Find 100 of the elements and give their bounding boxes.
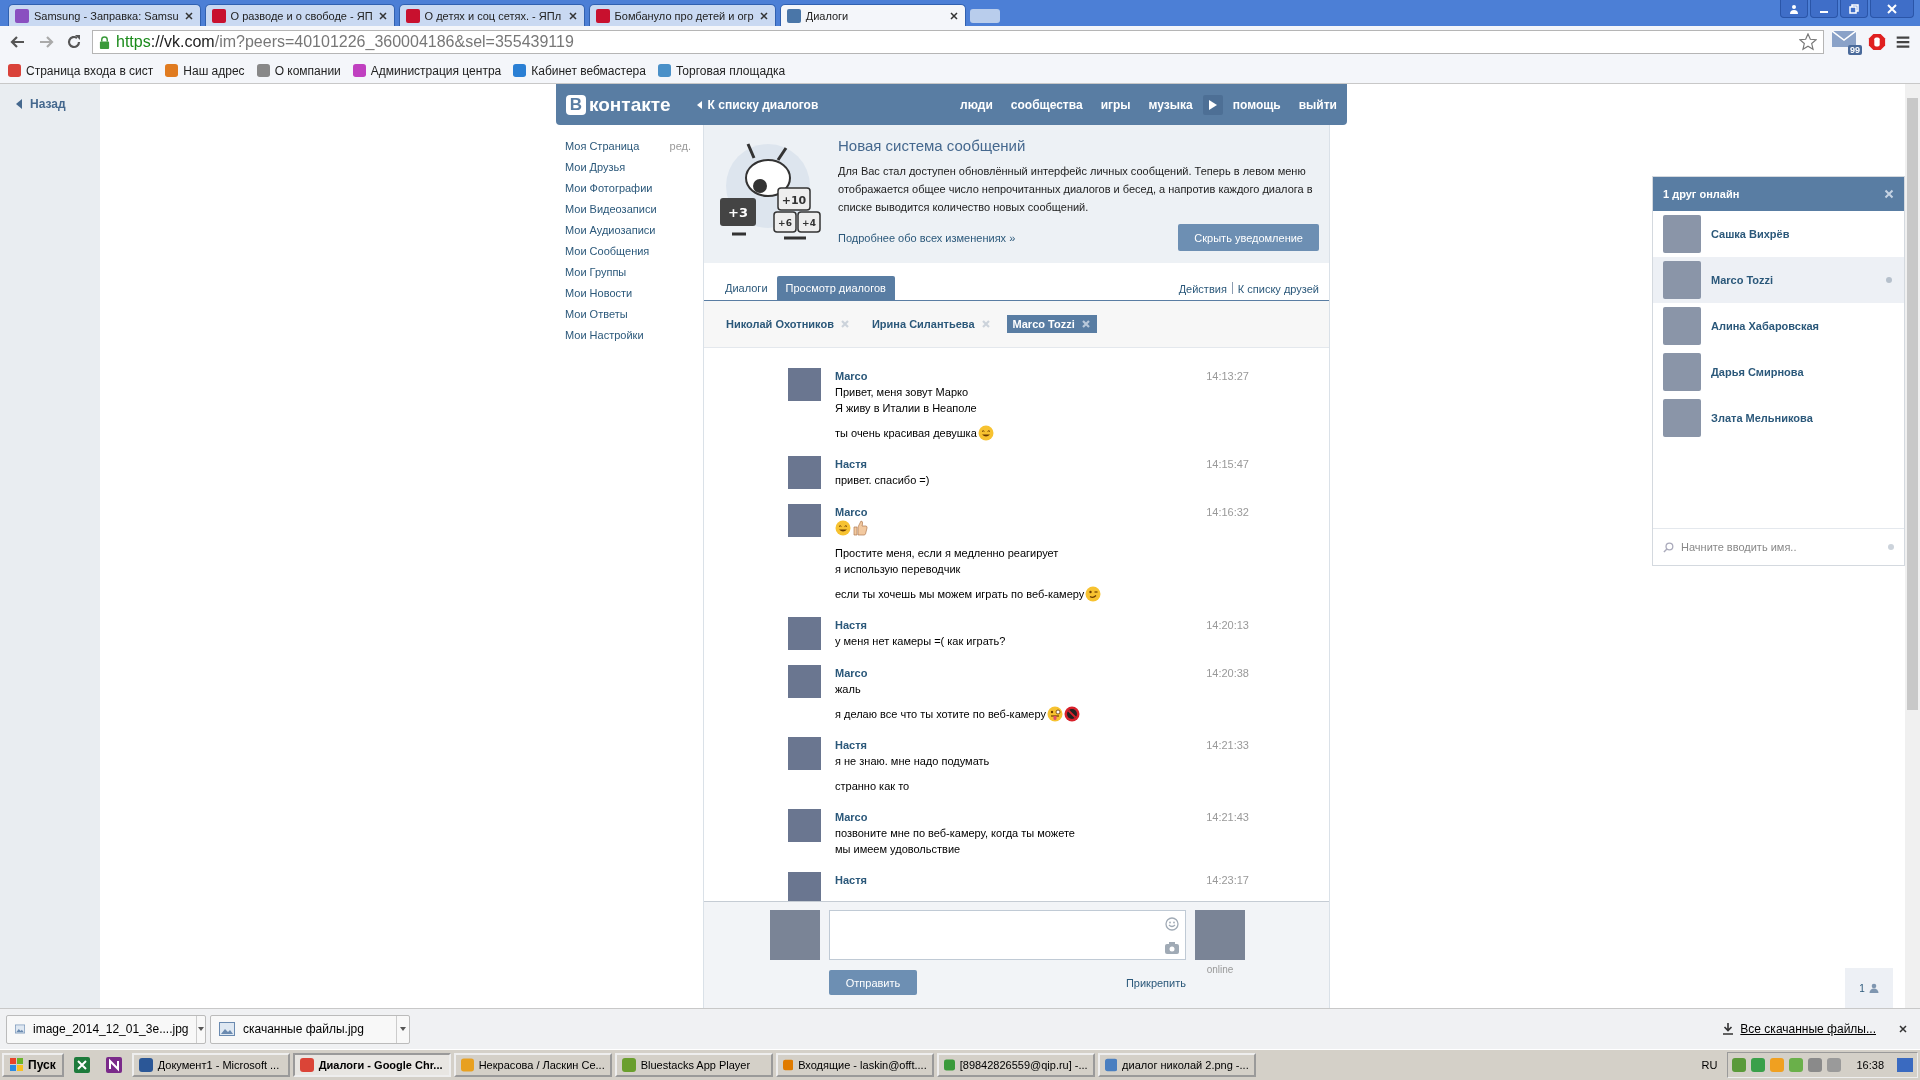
forward-arrow-icon[interactable] [38, 34, 54, 50]
restore-button[interactable] [1840, 0, 1868, 18]
friend-search-field[interactable]: Начните вводить имя.. [1679, 540, 1883, 554]
sender-name[interactable]: Marco [835, 506, 868, 518]
close-icon[interactable] [948, 10, 959, 21]
browser-tab[interactable]: Samsung - Заправка: Samsu [8, 4, 201, 26]
nav-link[interactable]: музыка [1148, 97, 1193, 112]
details-link[interactable]: Подробнее обо всех изменениях » [838, 231, 1016, 244]
sidebar-item[interactable]: Мои Ответы [565, 307, 628, 320]
site-icon[interactable] [352, 64, 366, 77]
sender-name[interactable]: Marco [835, 811, 868, 823]
star-icon[interactable] [1799, 33, 1817, 51]
back-link[interactable]: Назад [30, 97, 66, 111]
browser-tab[interactable]: Бомбануло про детей и огр [588, 4, 776, 26]
nav-link[interactable]: сообщества [1010, 97, 1083, 112]
taskbar-button[interactable]: диалог николай 2.png -... [1097, 1053, 1256, 1077]
sidebar-item[interactable]: Мои Друзья [565, 160, 626, 173]
caret-icon[interactable] [696, 100, 702, 109]
sender-name[interactable]: Настя [835, 874, 867, 886]
message-input[interactable] [829, 910, 1186, 960]
sidebar-item[interactable]: Мои Сообщения [565, 244, 650, 257]
nav-link[interactable]: помощь [1232, 97, 1281, 112]
caret-icon[interactable] [400, 1027, 406, 1031]
nav-link[interactable]: выйти [1298, 97, 1337, 112]
reload-icon[interactable] [66, 34, 82, 50]
close-icon[interactable] [183, 10, 194, 21]
taskbar-button[interactable]: Входящие - laskin@offt.... [775, 1053, 934, 1077]
site-icon[interactable] [657, 64, 671, 77]
nav-link[interactable]: люди [960, 97, 993, 112]
tray-icon[interactable] [1732, 1058, 1747, 1072]
browser-tab[interactable]: О разводе и о свободе - ЯП [204, 4, 395, 26]
taskbar-button[interactable]: Bluestacks App Player [614, 1053, 773, 1077]
friend-row[interactable]: Дарья Смирнова [1653, 349, 1904, 395]
sidebar-item[interactable]: Моя Страница [565, 139, 640, 152]
tray-icon[interactable] [1751, 1058, 1766, 1072]
sender-name[interactable]: Настя [835, 739, 867, 751]
start-button[interactable]: Пуск [2, 1053, 64, 1077]
caret-icon[interactable] [198, 1027, 205, 1031]
download-item[interactable]: скачанные файлы.jpg [210, 1014, 410, 1044]
sidebar-item[interactable]: Мои Аудиозаписи [565, 223, 656, 236]
site-icon[interactable] [165, 64, 179, 77]
caret-icon[interactable] [16, 99, 22, 109]
sidebar-item[interactable]: Мои Видеозаписи [565, 202, 657, 215]
friend-row[interactable]: Алина Хабаровская [1653, 303, 1904, 349]
sidebar-item[interactable]: Мои Фотографии [565, 181, 653, 194]
download-item[interactable]: image_2014_12_01_3e....jpg [6, 1014, 206, 1044]
close-window-button[interactable] [1870, 0, 1914, 18]
dialog-tab[interactable]: Диалоги [716, 276, 777, 300]
minimize-button[interactable] [1810, 0, 1838, 18]
taskbar-button[interactable]: Диалоги - Google Chr... [292, 1053, 451, 1077]
bookmark-link[interactable]: Страница входа в сист [26, 63, 154, 78]
mail-extension-button[interactable]: 99 [1832, 31, 1860, 53]
site-icon[interactable] [513, 64, 527, 77]
attach-link[interactable]: Прикрепить [1125, 976, 1186, 989]
sender-name[interactable]: Настя [835, 619, 867, 631]
nav-link[interactable]: игры [1100, 97, 1131, 112]
back-arrow-icon[interactable] [10, 34, 26, 50]
smiley-icon[interactable] [1165, 916, 1179, 931]
close-icon[interactable] [567, 10, 578, 21]
bookmark-link[interactable]: Администрация центра [370, 63, 502, 78]
peer-chip[interactable]: Ирина Силантьева [865, 315, 997, 333]
site-icon[interactable] [8, 64, 21, 77]
taskbar-button[interactable]: Некрасова / Ласкин Се... [453, 1053, 612, 1077]
menu-icon[interactable] [1894, 33, 1912, 51]
taskbar-button[interactable]: [89842826559@qip.ru] -... [936, 1053, 1095, 1077]
address-field[interactable]: https://vk.com/im?peers=40101226_360004186&sel=355439119 [92, 30, 1824, 54]
action-link[interactable]: К списку друзей [1237, 283, 1319, 300]
browser-tab[interactable]: О детях и соц сетях. - ЯПл [398, 4, 585, 26]
dialog-tab[interactable]: Просмотр диалогов [776, 276, 895, 300]
camera-icon[interactable] [1165, 941, 1179, 954]
logo[interactable]: В контакте [566, 93, 671, 116]
sidebar-item[interactable]: Мои Новости [565, 286, 633, 299]
bookmark-link[interactable]: О компании [274, 63, 341, 78]
friend-row[interactable]: Сашка Вихрёв [1653, 211, 1904, 257]
tray-icon[interactable] [1808, 1058, 1823, 1072]
online-counter-button[interactable]: 1 [1845, 968, 1893, 1008]
friend-row[interactable]: Marco Tozzi [1653, 257, 1904, 303]
bookmark-link[interactable]: Торговая площадка [675, 63, 786, 78]
friend-row[interactable]: Злата Мельникова [1653, 395, 1904, 441]
spreadsheet-icon[interactable] [73, 1057, 90, 1073]
back-to-dialogs-link[interactable]: К списку диалогов [707, 97, 819, 112]
sender-name[interactable]: Настя [835, 458, 867, 470]
tray-icon[interactable] [1827, 1058, 1842, 1072]
sidebar-item[interactable]: Мои Настройки [565, 328, 644, 341]
user-button[interactable] [1780, 0, 1808, 18]
bookmark-link[interactable]: Кабинет вебмастера [531, 63, 646, 78]
close-icon[interactable] [1898, 1024, 1908, 1034]
download-icon[interactable] [1722, 1023, 1735, 1035]
site-icon[interactable] [256, 64, 270, 77]
sender-name[interactable]: Marco [835, 370, 868, 382]
all-downloads-link[interactable]: Все скачанные файлы... [1740, 1022, 1876, 1036]
tray-icon[interactable] [1789, 1058, 1804, 1072]
taskbar-button[interactable]: Документ1 - Microsoft ... [131, 1053, 290, 1077]
new-tab-button[interactable] [969, 9, 1000, 23]
bookmark-link[interactable]: Наш адрес [183, 63, 245, 78]
play-button[interactable] [1202, 94, 1223, 115]
browser-tab[interactable]: Диалоги [779, 4, 966, 26]
peer-chip[interactable]: Marco Tozzi [1006, 315, 1097, 333]
close-icon[interactable] [758, 10, 769, 21]
peer-chip[interactable]: Николай Охотников [720, 315, 856, 333]
